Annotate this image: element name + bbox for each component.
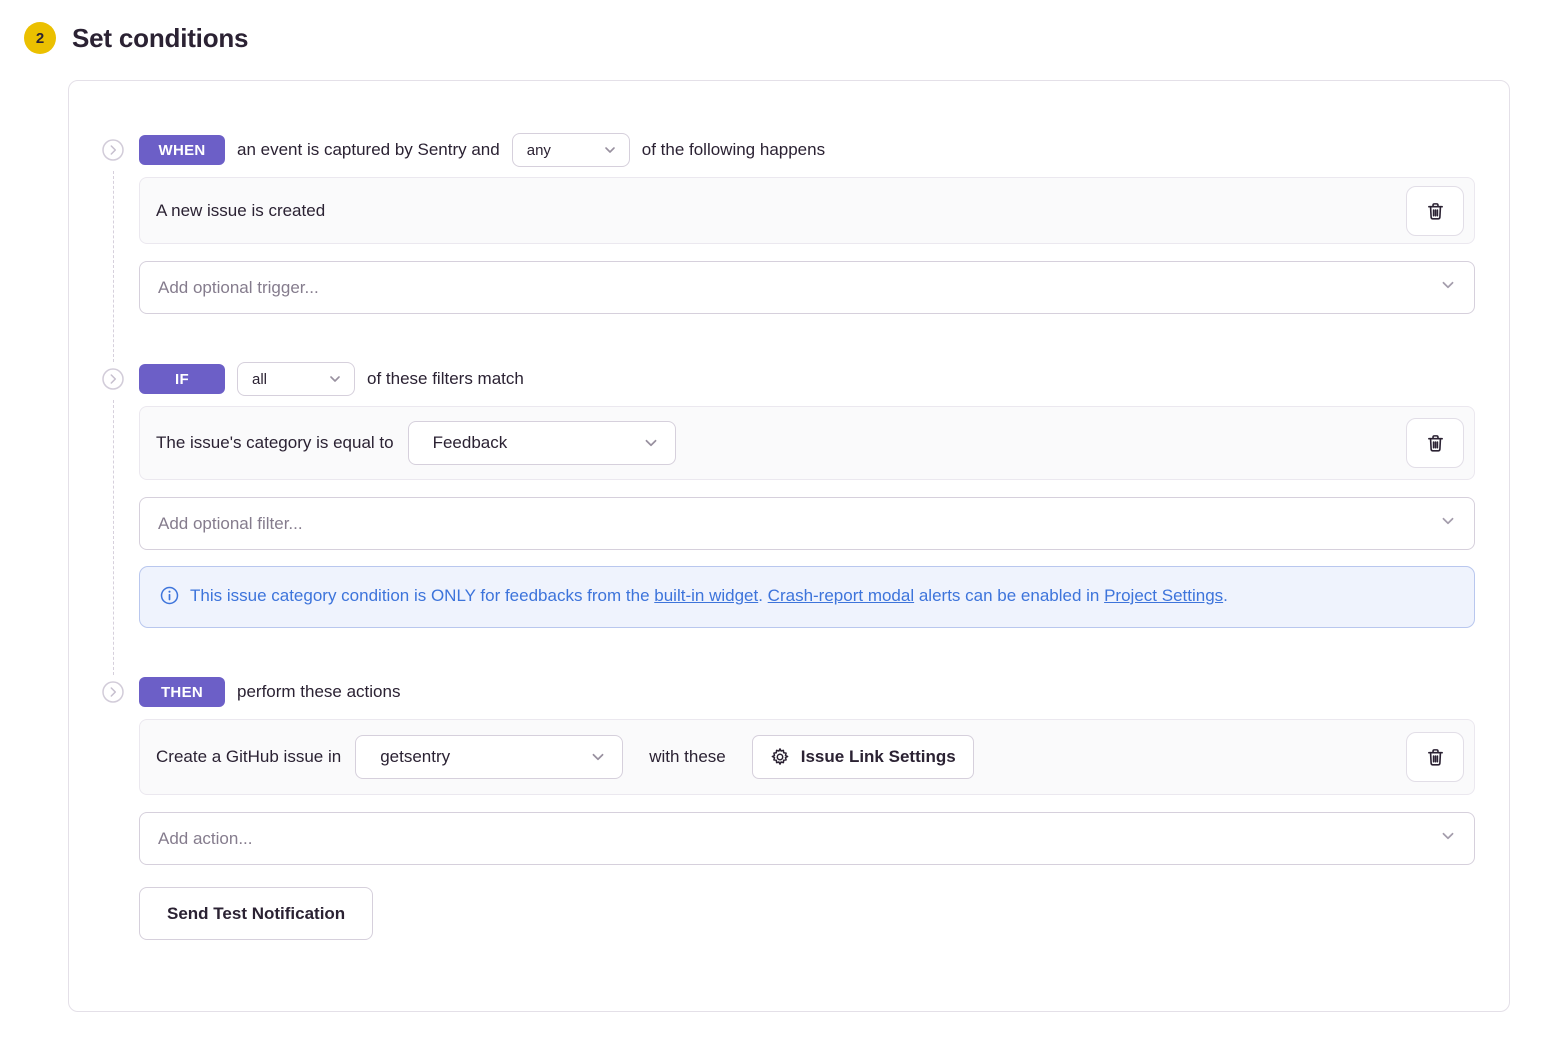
filter-category-value: Feedback [433,433,508,453]
project-settings-link[interactable]: Project Settings [1104,586,1223,605]
add-trigger-placeholder: Add optional trigger... [158,278,319,298]
filter-condition-label: The issue's category is equal to [156,433,394,453]
chevron-down-icon [643,435,659,451]
conditions-card: WHEN an event is captured by Sentry and … [68,80,1510,1012]
when-frequency-select[interactable]: any [512,133,630,167]
section-connector [113,400,114,675]
github-repo-select[interactable]: getsentry [355,735,623,779]
issue-link-settings-button[interactable]: Issue Link Settings [752,735,974,779]
chevron-down-icon [328,372,342,386]
then-section: THEN perform these actions Create a GitH… [101,675,1475,940]
set-conditions-header: 2 Set conditions [0,0,1560,54]
chevron-circle-icon [102,368,124,390]
issue-link-settings-label: Issue Link Settings [801,747,956,767]
delete-filter-button[interactable] [1406,418,1464,468]
built-in-widget-link[interactable]: built-in widget [654,586,758,605]
chevron-down-icon [1440,513,1456,534]
add-action-placeholder: Add action... [158,829,253,849]
filter-category-select[interactable]: Feedback [408,421,676,465]
info-note-text: This issue category condition is ONLY fo… [190,582,1228,610]
if-match-value: all [252,371,267,388]
when-badge: WHEN [139,135,225,165]
trash-icon [1426,201,1445,221]
add-optional-trigger-select[interactable]: Add optional trigger... [139,261,1475,314]
trigger-condition-label: A new issue is created [156,201,325,221]
add-action-select[interactable]: Add action... [139,812,1475,865]
chevron-circle-icon [102,681,124,703]
when-text-before: an event is captured by Sentry and [237,140,500,160]
when-section: WHEN an event is captured by Sentry and … [101,133,1475,362]
section-connector [113,171,114,362]
delete-trigger-button[interactable] [1406,186,1464,236]
trigger-condition-row: A new issue is created [139,177,1475,244]
gear-icon [770,747,790,767]
add-optional-filter-select[interactable]: Add optional filter... [139,497,1475,550]
trash-icon [1426,433,1445,453]
chevron-down-icon [603,143,617,157]
chevron-circle-icon [102,139,124,161]
then-badge: THEN [139,677,225,707]
when-text-after: of the following happens [642,140,825,160]
send-test-notification-button[interactable]: Send Test Notification [139,887,373,940]
github-repo-value: getsentry [380,747,450,767]
add-filter-placeholder: Add optional filter... [158,514,303,534]
if-text-after: of these filters match [367,369,524,389]
chevron-down-icon [590,749,606,765]
step-number-badge: 2 [24,22,56,54]
crash-report-modal-link[interactable]: Crash-report modal [768,586,914,605]
page-title: Set conditions [72,23,248,54]
chevron-down-icon [1440,828,1456,849]
if-badge: IF [139,364,225,394]
if-match-select[interactable]: all [237,362,355,396]
action-row: Create a GitHub issue in getsentry with … [139,719,1475,795]
action-middle-text: with these [649,747,726,767]
when-frequency-value: any [527,142,551,159]
action-label: Create a GitHub issue in [156,747,341,767]
chevron-down-icon [1440,277,1456,298]
trash-icon [1426,747,1445,767]
issue-category-info-note: This issue category condition is ONLY fo… [139,566,1475,628]
delete-action-button[interactable] [1406,732,1464,782]
if-section: IF all of these filters match The issue'… [101,362,1475,675]
then-text-after: perform these actions [237,682,400,702]
info-icon [160,586,179,605]
filter-condition-row: The issue's category is equal to Feedbac… [139,406,1475,480]
